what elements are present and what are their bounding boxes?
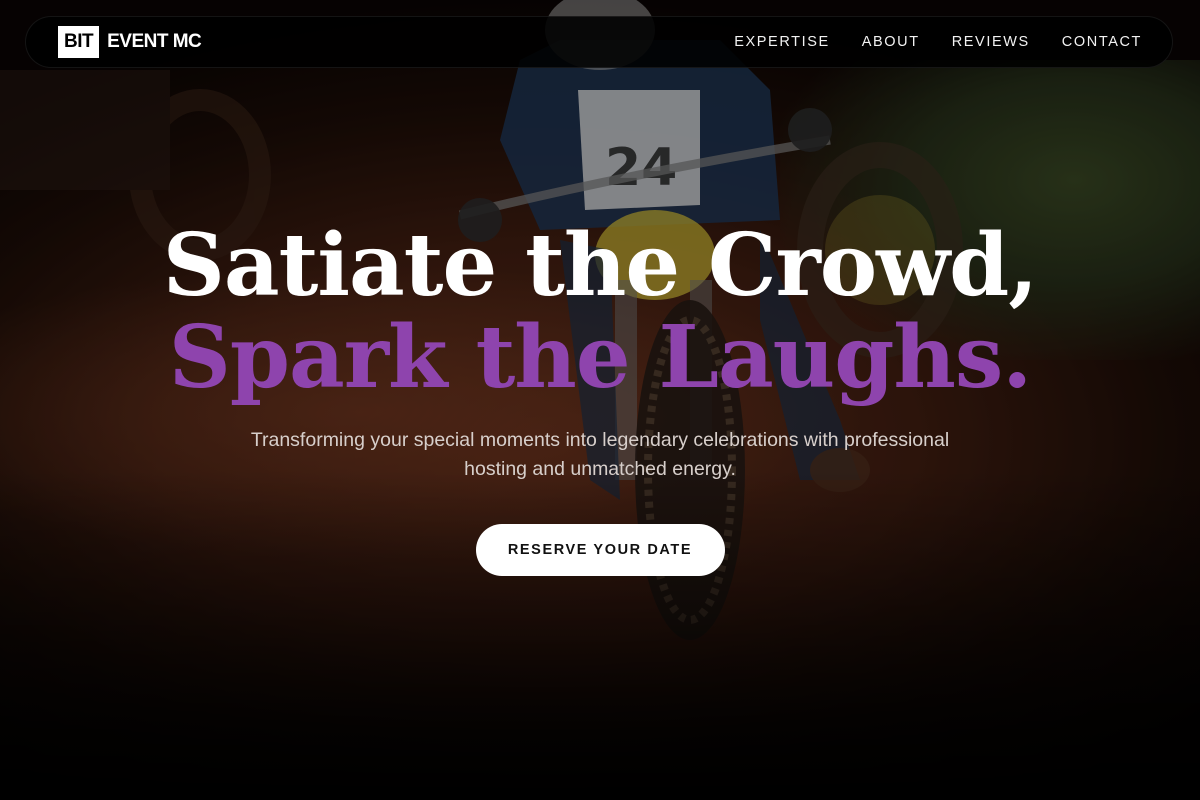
headline-line-2: Spark the Laughs.: [168, 307, 1032, 408]
nav-link-about[interactable]: ABOUT: [862, 34, 920, 50]
top-navbar: BIT EVENT MC EXPERTISE ABOUT REVIEWS CON…: [25, 16, 1173, 68]
nav-links: EXPERTISE ABOUT REVIEWS CONTACT: [734, 34, 1142, 50]
nav-link-contact[interactable]: CONTACT: [1062, 34, 1142, 50]
brand-logo-box: BIT: [58, 26, 100, 58]
headline-line-1: Satiate the Crowd,: [162, 215, 1038, 316]
nav-link-reviews[interactable]: REVIEWS: [952, 34, 1030, 50]
reserve-date-button[interactable]: RESERVE YOUR DATE: [475, 524, 725, 576]
hero-subtitle: Transforming your special moments into l…: [250, 429, 950, 480]
brand-name: EVENT MC: [107, 31, 202, 52]
nav-link-expertise[interactable]: EXPERTISE: [734, 34, 830, 50]
hero-headline: Satiate the Crowd, Spark the Laughs.: [0, 220, 1200, 404]
hero-section: Satiate the Crowd, Spark the Laughs. Tra…: [0, 220, 1200, 576]
brand-logo[interactable]: BIT EVENT MC: [58, 26, 202, 58]
